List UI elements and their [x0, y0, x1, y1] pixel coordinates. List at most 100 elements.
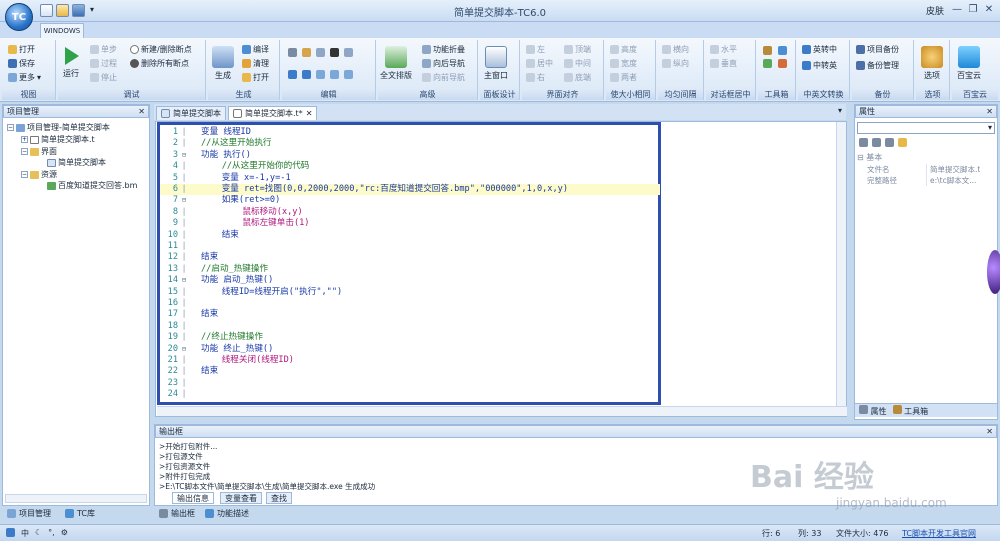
gear-icon[interactable]: ⚙: [61, 528, 68, 539]
category-basic[interactable]: ⊟ 基本: [857, 152, 882, 163]
code-line[interactable]: 6 │ 变量 ret=找图(0,0,2000,2000,"rc:百度知道提交回答.…: [160, 184, 660, 195]
tree-item-root[interactable]: − 项目管理-简单提交脚本: [7, 122, 110, 133]
align-top-button[interactable]: 顶端: [564, 44, 591, 55]
center-vertical-button[interactable]: 垂直: [710, 58, 737, 69]
undo-icon[interactable]: [288, 70, 297, 79]
project-hscrollbar[interactable]: [5, 494, 147, 503]
wrench-icon[interactable]: [778, 59, 787, 68]
maximize-icon[interactable]: ❐: [966, 3, 980, 17]
code-line[interactable]: 11 │: [160, 241, 660, 252]
more-button[interactable]: 更多 ▾: [8, 72, 41, 83]
compile-button[interactable]: 编译: [242, 44, 269, 55]
object-selector[interactable]: ▾: [857, 122, 995, 134]
code-line[interactable]: 15 │ 线程ID=线程开启("执行",""): [160, 287, 660, 298]
code-line[interactable]: 20 ⊟ 功能 终止_热键(): [160, 344, 660, 355]
code-line[interactable]: 19 │ //终止热键操作: [160, 332, 660, 343]
palette-icon[interactable]: [763, 59, 772, 68]
tree-item-ui[interactable]: − 界面: [21, 146, 57, 157]
cut-icon[interactable]: [288, 48, 297, 57]
run-button[interactable]: 运行: [62, 46, 80, 79]
redo-icon[interactable]: [302, 70, 311, 79]
hammer-icon[interactable]: [763, 46, 772, 55]
code-line[interactable]: 22 │ 结束: [160, 366, 660, 377]
code-line[interactable]: 8 │ 鼠标移动(x,y): [160, 207, 660, 218]
panel-close-icon[interactable]: ✕: [138, 106, 145, 117]
open-button[interactable]: 打开: [8, 44, 35, 55]
code-line[interactable]: 21 │ 线程关闭(线程ID): [160, 355, 660, 366]
horizontal-spacing-button[interactable]: 横向: [662, 44, 689, 55]
tree-item-script[interactable]: + 简单提交脚本.t: [21, 134, 95, 145]
same-width-button[interactable]: 宽度: [610, 58, 637, 69]
copy-icon[interactable]: [316, 48, 325, 57]
build-button[interactable]: 生成: [212, 46, 234, 81]
center-horizontal-button[interactable]: 水平: [710, 44, 737, 55]
alphabetical-icon[interactable]: [872, 138, 881, 147]
tab-ui-form[interactable]: 简单提交脚本: [156, 106, 226, 120]
align-right-button[interactable]: 右: [526, 72, 545, 83]
code-line[interactable]: 23 │: [160, 378, 660, 389]
collapse-icon[interactable]: −: [21, 148, 28, 155]
property-row[interactable]: 完整路径 e:\tc脚本文...: [867, 175, 995, 186]
code-line[interactable]: 9 │ 鼠标左键单击(1): [160, 218, 660, 229]
panel-close-icon[interactable]: ✕: [986, 426, 993, 437]
tab-toolbox[interactable]: 工具箱: [892, 404, 928, 417]
stop-button[interactable]: 停止: [90, 72, 117, 83]
navigate-back-button[interactable]: 向后导航: [422, 58, 465, 69]
tree-item-ui-form[interactable]: 简单提交脚本: [47, 157, 106, 168]
vertical-spacing-button[interactable]: 纵向: [662, 58, 689, 69]
tree-item-resources[interactable]: − 资源: [21, 169, 57, 180]
code-line[interactable]: 2 │ //从这里开始执行: [160, 138, 660, 149]
toggle-breakpoint-button[interactable]: 新建/删除断点: [130, 44, 192, 55]
collapse-icon[interactable]: −: [21, 171, 28, 178]
tab-output-box[interactable]: 输出框: [156, 507, 198, 520]
code-line[interactable]: 17 │ 结束: [160, 309, 660, 320]
code-line[interactable]: 10 │ 结束: [160, 230, 660, 241]
events-icon[interactable]: [898, 138, 907, 147]
property-row[interactable]: 文件名 简单提交脚本.t: [867, 164, 995, 175]
fold-toggle-icon[interactable]: ⊟: [181, 344, 187, 355]
code-line[interactable]: 5 │ 变量 x=-1,y=-1: [160, 173, 660, 184]
code-line[interactable]: 18 │: [160, 321, 660, 332]
select-all-icon[interactable]: [344, 48, 353, 57]
code-line[interactable]: 4 │ //从这里开始你的代码: [160, 161, 660, 172]
procedure-button[interactable]: 过程: [90, 58, 117, 69]
ime-icon[interactable]: [6, 528, 15, 537]
align-bottom-button[interactable]: 底端: [564, 72, 591, 83]
tab-tc-library[interactable]: TC库: [62, 507, 98, 520]
fold-functions-button[interactable]: 功能折叠: [422, 44, 465, 55]
format-icon[interactable]: [344, 70, 353, 79]
code-line[interactable]: 24 │: [160, 389, 660, 400]
editor-hscrollbar[interactable]: [157, 406, 847, 416]
indent-icon[interactable]: [316, 70, 325, 79]
clear-breakpoints-button[interactable]: 删除所有断点: [130, 58, 189, 69]
tab-windows[interactable]: WINDOWS: [40, 23, 84, 38]
code-line[interactable]: 7 ⊟ 如果(ret>=0): [160, 195, 660, 206]
fold-toggle-icon[interactable]: ⊟: [181, 195, 187, 206]
delete-icon[interactable]: [330, 48, 339, 57]
tab-close-icon[interactable]: ✕: [306, 107, 313, 120]
step-button[interactable]: 单步: [90, 44, 117, 55]
full-format-button[interactable]: 全文排版: [380, 46, 412, 81]
fold-toggle-icon[interactable]: ⊟: [181, 150, 187, 161]
editor-vscrollbar[interactable]: [836, 122, 846, 406]
tab-script-file[interactable]: 简单提交脚本.t* ✕: [228, 106, 318, 120]
treasure-cloud-button[interactable]: 百宝云: [957, 46, 981, 81]
categorized-icon[interactable]: [859, 138, 868, 147]
backup-manage-button[interactable]: 备份管理: [856, 60, 899, 71]
main-window-button[interactable]: 主窗口: [484, 46, 508, 81]
property-pages-icon[interactable]: [885, 138, 894, 147]
code-area[interactable]: 1 │ 变量 线程ID 2 │//从这里开始执行 3 ⊟ 功能 执行() 4 │ //从这里开始你…: [160, 127, 660, 403]
tab-project-manage[interactable]: 项目管理: [4, 507, 54, 520]
skin-menu[interactable]: 皮肤: [926, 4, 944, 17]
english-to-chinese-button[interactable]: 英转中: [802, 44, 837, 55]
project-backup-button[interactable]: 项目备份: [856, 44, 899, 55]
app-menu-button[interactable]: TC: [5, 3, 33, 31]
close-icon[interactable]: ✕: [982, 3, 996, 17]
align-middle-button[interactable]: 中间: [564, 58, 591, 69]
panel-close-icon[interactable]: ✕: [986, 106, 993, 117]
same-both-button[interactable]: 两者: [610, 72, 637, 83]
floating-orb-icon[interactable]: [987, 250, 1000, 294]
options-button[interactable]: 选项: [921, 46, 943, 81]
tab-function-description[interactable]: 功能描述: [202, 507, 252, 520]
tab-properties[interactable]: 属性: [859, 404, 887, 417]
